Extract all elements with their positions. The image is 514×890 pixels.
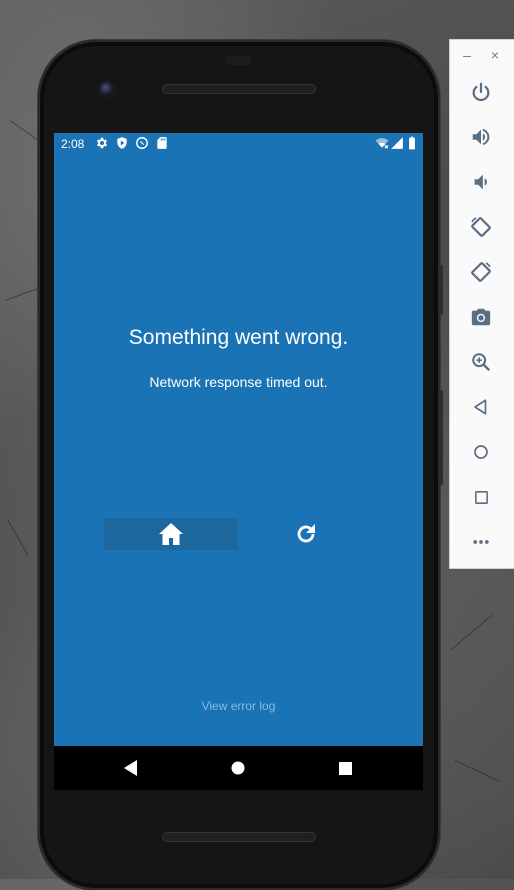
- nav-home-button[interactable]: [228, 758, 248, 778]
- navigation-bar: [54, 746, 423, 790]
- overview-icon: [474, 490, 488, 504]
- volume-down-icon: [474, 174, 487, 190]
- status-bar: 2:08: [54, 133, 423, 155]
- power-button[interactable]: [468, 79, 494, 105]
- bottom-speaker: [162, 832, 316, 842]
- background-crack: [454, 760, 501, 783]
- back-icon: [124, 760, 137, 776]
- screenshot-button[interactable]: [468, 304, 494, 330]
- zoom-icon: [472, 353, 491, 372]
- status-time: 2:08: [61, 137, 85, 151]
- power-icon: [472, 82, 490, 102]
- volume-up-icon: [472, 128, 490, 146]
- rotate-right-button[interactable]: [468, 259, 494, 285]
- signal-icon: [391, 137, 403, 149]
- more-button[interactable]: [468, 529, 494, 555]
- phone-volume-key: [439, 390, 443, 485]
- battery-icon: [409, 136, 415, 150]
- front-camera: [100, 82, 114, 96]
- app-screen: 2:08 Something went wrong. Network respo…: [54, 133, 423, 746]
- home-circle-icon: [231, 761, 245, 775]
- more-icon: [473, 540, 489, 544]
- error-title: Something went wrong.: [128, 326, 349, 349]
- volume-down-button[interactable]: [468, 169, 494, 195]
- back-button[interactable]: [468, 394, 494, 420]
- phone-power-key: [439, 265, 443, 315]
- camera-icon: [471, 308, 491, 326]
- emulator-toolbar: – ×: [449, 39, 514, 569]
- settings-icon: [96, 137, 108, 149]
- sd-card-icon: [157, 137, 167, 149]
- home-icon: [159, 523, 183, 545]
- background-crack: [7, 520, 29, 556]
- minimize-button[interactable]: –: [460, 48, 474, 62]
- nav-back-button[interactable]: [121, 758, 141, 778]
- home-icon: [474, 445, 488, 459]
- view-error-log-link[interactable]: View error log: [54, 699, 423, 713]
- reload-button[interactable]: [288, 518, 324, 550]
- rotate-left-button[interactable]: [468, 214, 494, 240]
- zoom-button[interactable]: [468, 349, 494, 375]
- background-crack: [449, 614, 493, 651]
- nav-overview-button[interactable]: [335, 758, 355, 778]
- go-home-button[interactable]: [104, 518, 238, 550]
- do-not-disturb-icon: [136, 137, 148, 149]
- rotate-left-icon: [471, 217, 491, 237]
- overview-icon: [338, 761, 352, 775]
- rotate-right-icon: [471, 262, 491, 282]
- home-button[interactable]: [468, 439, 494, 465]
- overview-button[interactable]: [468, 484, 494, 510]
- proximity-sensor: [225, 56, 251, 65]
- top-speaker: [162, 84, 316, 94]
- wifi-icon: [375, 138, 389, 149]
- volume-up-button[interactable]: [468, 124, 494, 150]
- shield-icon: [117, 137, 127, 149]
- close-button[interactable]: ×: [488, 48, 502, 62]
- reload-icon: [297, 524, 315, 543]
- back-icon: [474, 399, 487, 415]
- error-message: Network response timed out.: [149, 374, 328, 390]
